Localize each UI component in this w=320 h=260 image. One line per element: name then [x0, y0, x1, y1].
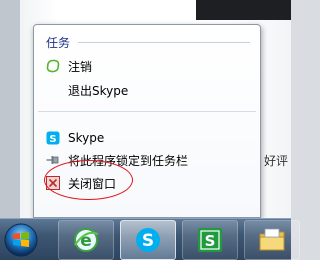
svg-text:S: S [49, 134, 56, 145]
menu-item-quit-skype[interactable]: 退出Skype [46, 80, 252, 100]
background-text: 好评 [264, 154, 289, 168]
svg-text:S: S [205, 232, 216, 250]
background-window-dark-area [196, 0, 291, 20]
green-s-icon: S [198, 228, 222, 252]
windows-orb-icon[interactable] [2, 222, 40, 258]
folder-icon [259, 228, 285, 251]
menu-item-label: 注销 [68, 59, 93, 74]
skype-icon: S [46, 131, 60, 145]
skype-jump-list: 任务 注销 退出Skype S Skype 将此程序锁定到任务栏 关闭窗口 [33, 24, 261, 218]
ie-taskbar-button[interactable]: e [58, 220, 114, 260]
tasks-section-title: 任务 [46, 35, 71, 50]
app-s-taskbar-button[interactable]: S [182, 220, 238, 260]
skype-icon: S [136, 228, 160, 252]
menu-item-label: 退出Skype [68, 83, 129, 98]
blank-icon [46, 83, 60, 97]
explorer-taskbar-button[interactable] [244, 220, 300, 260]
menu-separator [38, 111, 256, 112]
background-window-edge [0, 0, 20, 218]
internet-explorer-icon: e [74, 228, 99, 252]
taskbar: e S S [0, 218, 300, 260]
svg-text:S: S [142, 231, 154, 251]
tasks-section-header: 任务 [46, 33, 250, 51]
highlight-oval [44, 160, 133, 200]
menu-item-sign-out[interactable]: 注销 [46, 56, 252, 76]
skype-outline-icon [46, 59, 60, 73]
menu-item-skype-app[interactable]: S Skype [46, 128, 252, 148]
section-divider [78, 41, 250, 43]
skype-taskbar-button[interactable]: S [120, 220, 176, 260]
menu-item-label: Skype [68, 131, 105, 145]
